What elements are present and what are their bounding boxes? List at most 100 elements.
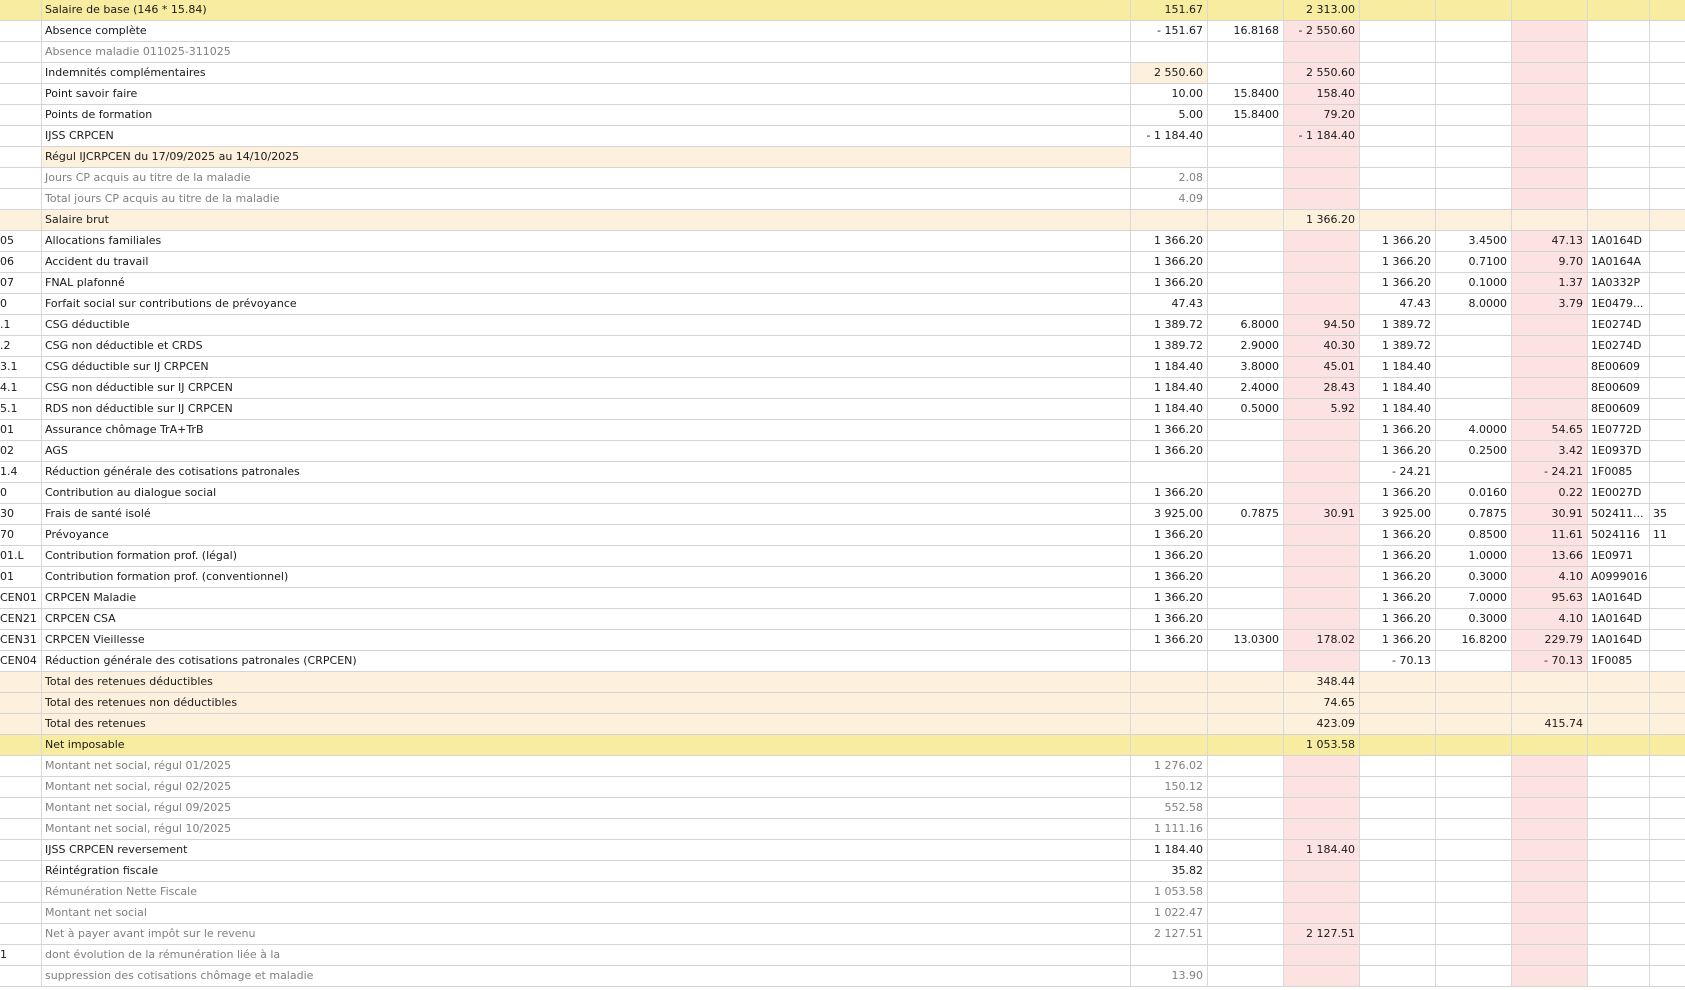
reference-cell bbox=[1588, 147, 1650, 167]
label-cell: Prévoyance bbox=[42, 525, 1131, 545]
base-cell: - 151.67 bbox=[1131, 21, 1208, 41]
table-row[interactable]: 3.1 CSG déductible sur IJ CRPCEN 1 184.40 3… bbox=[0, 357, 1685, 378]
employer-rate-cell bbox=[1436, 210, 1512, 230]
table-row[interactable]: 30 Frais de santé isolé 3 925.00 0.7875 30.9… bbox=[0, 504, 1685, 525]
employee-rate-cell bbox=[1208, 609, 1284, 629]
table-row[interactable]: 02 AGS 1 366.20 1 366.20 0.2500 3.42 1E0937D bbox=[0, 441, 1685, 462]
table-row[interactable]: Salaire brut 1 366.20 bbox=[0, 210, 1685, 231]
table-row[interactable]: 70 Prévoyance 1 366.20 1 366.20 0.8500 11.61 5… bbox=[0, 525, 1685, 546]
table-row[interactable]: Total jours CP acquis au titre de la mal… bbox=[0, 189, 1685, 210]
employee-amount-cell bbox=[1284, 966, 1360, 986]
table-row[interactable]: Montant net social, régul 09/2025 552.58 bbox=[0, 798, 1685, 819]
table-row[interactable]: Total des retenues déductibles 348.44 bbox=[0, 672, 1685, 693]
employer-rate-cell bbox=[1436, 714, 1512, 734]
employee-rate-cell bbox=[1208, 252, 1284, 272]
employer-amount-cell bbox=[1512, 840, 1588, 860]
base-cell bbox=[1131, 714, 1208, 734]
table-row[interactable]: 1.4 Réduction générale des cotisations pa… bbox=[0, 462, 1685, 483]
extra-cell bbox=[1650, 21, 1685, 41]
employer-base-cell bbox=[1360, 945, 1436, 965]
table-row[interactable]: .2 CSG non déductible et CRDS 1 389.72 2.90… bbox=[0, 336, 1685, 357]
table-row[interactable]: Indemnités complémentaires 2 550.60 2 550.… bbox=[0, 63, 1685, 84]
extra-cell: 35 bbox=[1653, 507, 1667, 520]
table-row[interactable]: 01.L Contribution formation prof. (légal)… bbox=[0, 546, 1685, 567]
table-row[interactable]: Montant net social, régul 01/2025 1 276.0… bbox=[0, 756, 1685, 777]
table-row[interactable]: Montant net social, régul 02/2025 150.12 bbox=[0, 777, 1685, 798]
table-row[interactable]: Absence complète - 151.67 16.8168- 2 550.6… bbox=[0, 21, 1685, 42]
table-row[interactable]: 1 dont évolution de la rémunération liée … bbox=[0, 945, 1685, 966]
table-row[interactable]: 06 Accident du travail 1 366.20 1 366.20 0.7… bbox=[0, 252, 1685, 273]
table-row[interactable]: 01 Assurance chômage TrA+TrB 1 366.20 1 366… bbox=[0, 420, 1685, 441]
table-row[interactable]: 0 Forfait social sur contributions de pré… bbox=[0, 294, 1685, 315]
table-row[interactable]: Rémunération Nette Fiscale 1 053.58 bbox=[0, 882, 1685, 903]
table-row[interactable]: CEN31 CRPCEN Vieillesse 1 366.20 13.0300 178… bbox=[0, 630, 1685, 651]
table-row[interactable]: Total des retenues non déductibles 74.65 bbox=[0, 693, 1685, 714]
reference-cell: 1E0971 bbox=[1588, 546, 1650, 566]
code-cell bbox=[0, 966, 42, 986]
code-cell: 0 bbox=[0, 294, 42, 314]
table-row[interactable]: Montant net social, régul 10/2025 1 111.1… bbox=[0, 819, 1685, 840]
table-row[interactable]: CEN04 Réduction générale des cotisations … bbox=[0, 651, 1685, 672]
table-row[interactable]: 4.1 CSG non déductible sur IJ CRPCEN 1 184… bbox=[0, 378, 1685, 399]
employer-rate-cell bbox=[1436, 315, 1512, 335]
employer-amount-cell: - 70.13 bbox=[1512, 651, 1588, 671]
extra-cell bbox=[1650, 42, 1685, 62]
table-row[interactable]: Salaire de base (146 * 15.84) 151.67 2 313… bbox=[0, 0, 1685, 21]
employee-rate-cell bbox=[1208, 42, 1284, 62]
employee-rate-cell bbox=[1208, 777, 1284, 797]
table-row[interactable]: Net imposable 1 053.58 bbox=[0, 735, 1685, 756]
base-cell bbox=[1131, 945, 1208, 965]
employer-amount-cell bbox=[1512, 693, 1588, 713]
extra-cell bbox=[1650, 819, 1685, 839]
extra-cell bbox=[1650, 483, 1685, 503]
table-row[interactable]: 5.1 RDS non déductible sur IJ CRPCEN 1 184… bbox=[0, 399, 1685, 420]
table-row[interactable]: 01 Contribution formation prof. (conventi… bbox=[0, 567, 1685, 588]
table-row[interactable]: Réintégration fiscale 35.82 bbox=[0, 861, 1685, 882]
employer-rate-cell: 0.0160 bbox=[1436, 483, 1512, 503]
table-row[interactable]: Net à payer avant impôt sur le revenu 2 1… bbox=[0, 924, 1685, 945]
extra-cell bbox=[1650, 336, 1685, 356]
employer-rate-cell: 0.8500 bbox=[1436, 525, 1512, 545]
table-row[interactable]: Montant net social 1 022.47 bbox=[0, 903, 1685, 924]
base-cell: 1 366.20 bbox=[1131, 252, 1208, 272]
table-row[interactable]: .1 CSG déductible 1 389.72 6.8000 94.50 1 389… bbox=[0, 315, 1685, 336]
table-row[interactable]: Total des retenues 423.09 415.74 bbox=[0, 714, 1685, 735]
base-cell bbox=[1131, 210, 1208, 230]
table-row[interactable]: IJSS CRPCEN reversement 1 184.40 1 184.40 bbox=[0, 840, 1685, 861]
employee-rate-cell bbox=[1208, 189, 1284, 209]
employer-base-cell: 1 366.20 bbox=[1360, 630, 1436, 650]
employee-amount-cell: 2 127.51 bbox=[1284, 924, 1360, 944]
table-row[interactable]: Absence maladie 011025-311025 bbox=[0, 42, 1685, 63]
employee-amount-cell bbox=[1284, 546, 1360, 566]
table-row[interactable]: Jours CP acquis au titre de la maladie 2.… bbox=[0, 168, 1685, 189]
table-row[interactable]: CEN21 CRPCEN CSA 1 366.20 1 366.20 0.3000 4.1… bbox=[0, 609, 1685, 630]
table-row[interactable]: CEN01 CRPCEN Maladie 1 366.20 1 366.20 7.000… bbox=[0, 588, 1685, 609]
employer-amount-cell bbox=[1512, 924, 1588, 944]
code-cell: CEN21 bbox=[0, 609, 42, 629]
reference-cell: 1A0332P bbox=[1588, 273, 1650, 293]
employee-amount-cell: 1 366.20 bbox=[1284, 210, 1360, 230]
extra-cell bbox=[1650, 567, 1685, 587]
code-cell bbox=[0, 21, 42, 41]
employer-amount-cell: 3.42 bbox=[1512, 441, 1588, 461]
extra-cell bbox=[1650, 546, 1685, 566]
employee-rate-cell bbox=[1208, 714, 1284, 734]
table-row[interactable]: 0 Contribution au dialogue social 1 366.20… bbox=[0, 483, 1685, 504]
employee-rate-cell bbox=[1208, 231, 1284, 251]
employee-amount-cell bbox=[1284, 651, 1360, 671]
employer-amount-cell bbox=[1512, 798, 1588, 818]
employee-rate-cell bbox=[1208, 441, 1284, 461]
employer-amount-cell bbox=[1512, 336, 1588, 356]
table-row[interactable]: 07 FNAL plafonné 1 366.20 1 366.20 0.1000 1.3… bbox=[0, 273, 1685, 294]
employee-amount-cell bbox=[1284, 462, 1360, 482]
table-row[interactable]: Point savoir faire 10.00 15.8400 158.40 bbox=[0, 84, 1685, 105]
extra-cell bbox=[1650, 588, 1685, 608]
extra-cell bbox=[1650, 378, 1685, 398]
employer-rate-cell bbox=[1436, 126, 1512, 146]
table-row[interactable]: Points de formation 5.00 15.8400 79.20 bbox=[0, 105, 1685, 126]
code-cell bbox=[0, 0, 42, 20]
table-row[interactable]: suppression des cotisations chômage et m… bbox=[0, 966, 1685, 987]
table-row[interactable]: 05 Allocations familiales 1 366.20 1 366.20… bbox=[0, 231, 1685, 252]
table-row[interactable]: Régul IJCRPCEN du 17/09/2025 au 14/10/20… bbox=[0, 147, 1685, 168]
table-row[interactable]: IJSS CRPCEN - 1 184.40- 1 184.40 bbox=[0, 126, 1685, 147]
